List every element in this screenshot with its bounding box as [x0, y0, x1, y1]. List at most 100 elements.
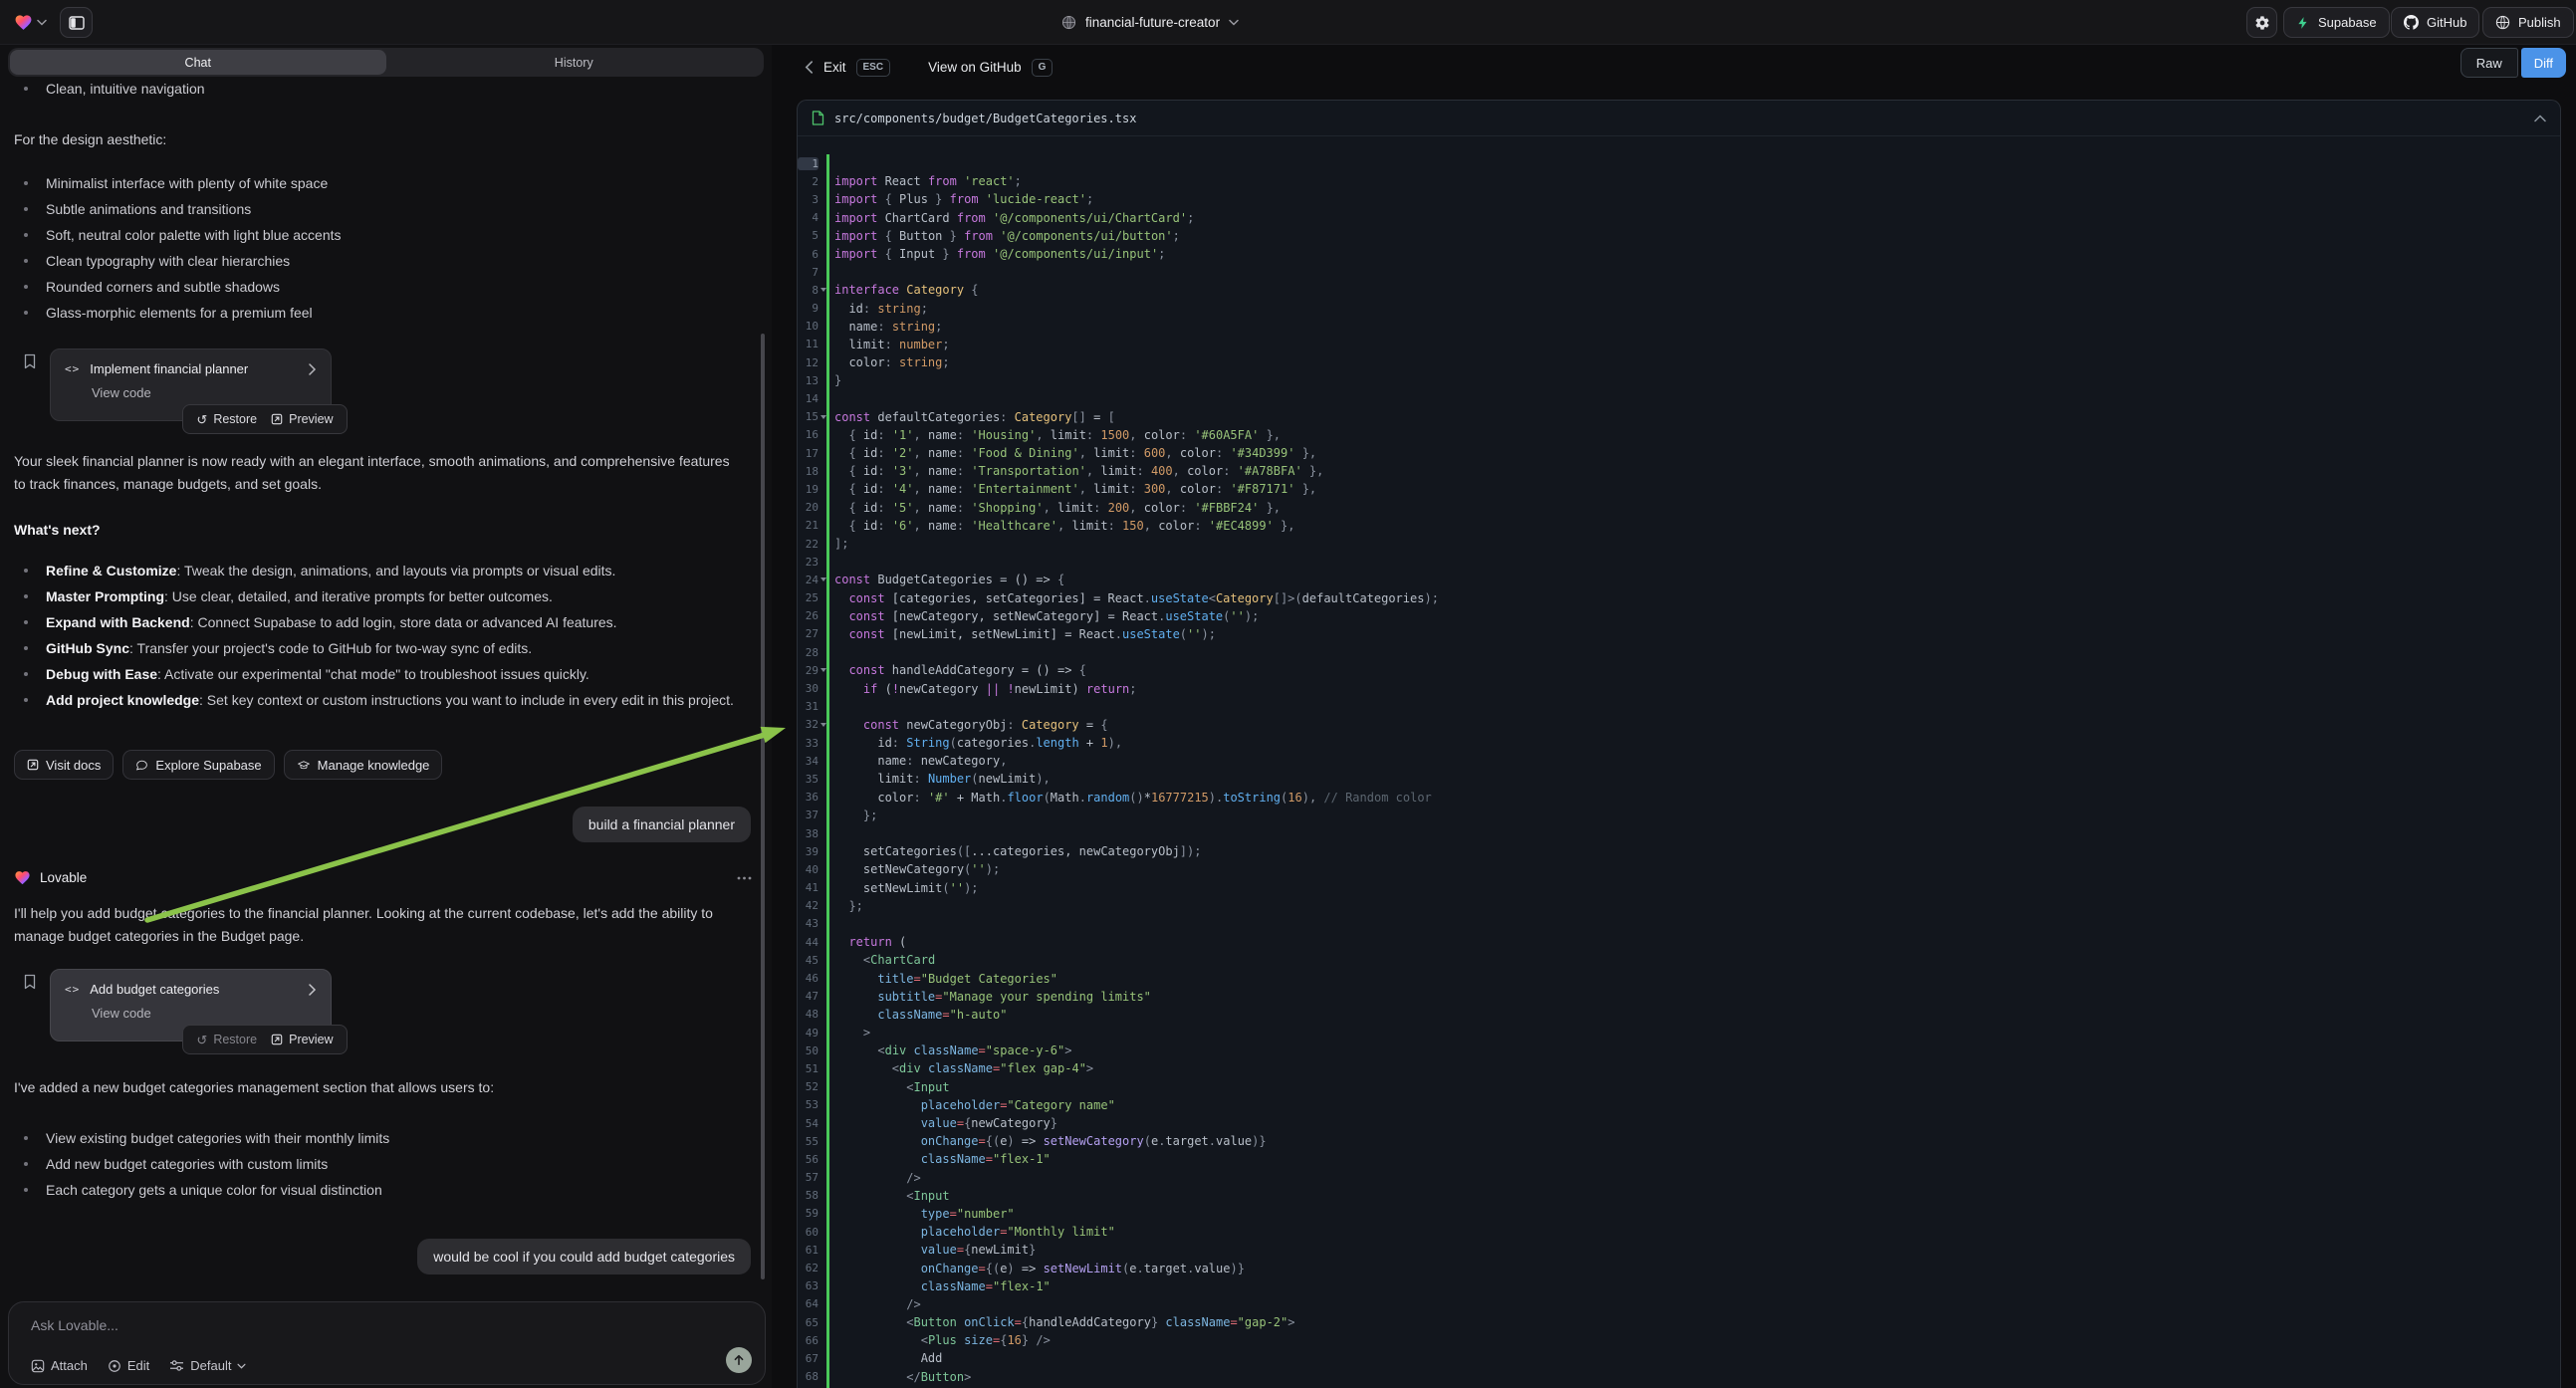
send-button[interactable]	[726, 1347, 752, 1373]
view-code-link[interactable]: View code	[92, 1006, 317, 1021]
code-line: 45 <ChartCard	[798, 951, 2560, 969]
sidebar-toggle-button[interactable]	[60, 7, 93, 38]
project-switcher[interactable]: financial-future-creator	[1061, 0, 1239, 45]
line-number: 2	[798, 175, 819, 188]
code-line: 62 onChange={(e) => setNewLimit(e.target…	[798, 1259, 2560, 1276]
edit-card-title: Add budget categories	[90, 982, 219, 997]
image-attach-icon	[31, 1359, 45, 1373]
list-item: Debug with Ease: Activate our experiment…	[14, 661, 745, 687]
code-text: limit: Number(newLimit),	[826, 772, 1051, 786]
lovable-logo-icon[interactable]	[14, 13, 33, 32]
line-number: 7	[798, 266, 819, 279]
bookmark-icon[interactable]	[22, 353, 38, 369]
code-line: 28	[798, 643, 2560, 661]
code-line: 18 { id: '3', name: 'Transportation', li…	[798, 462, 2560, 480]
fold-chevron-icon[interactable]	[819, 668, 826, 672]
publish-button-label: Publish	[2518, 15, 2561, 30]
fold-chevron-icon[interactable]	[819, 288, 826, 292]
collapse-file-button[interactable]	[2534, 115, 2546, 122]
code-line: 44 return (	[798, 933, 2560, 951]
code-text: { id: '6', name: 'Healthcare', limit: 15…	[826, 519, 1294, 533]
fold-chevron-icon[interactable]	[819, 415, 826, 419]
model-selector[interactable]: Default	[169, 1358, 246, 1373]
explore-supabase-button[interactable]: Explore Supabase	[122, 750, 274, 780]
visit-docs-button[interactable]: Visit docs	[14, 750, 114, 780]
line-number: 38	[798, 827, 819, 840]
tab-history[interactable]: History	[386, 50, 763, 75]
line-number: 29	[798, 664, 819, 677]
quick-action-row: Visit docs Explore Supabase Manage knowl…	[14, 750, 442, 780]
restore-preview-pill: ↺ Restore Preview	[182, 404, 348, 434]
code-text: className="h-auto"	[826, 1008, 1007, 1022]
supabase-button[interactable]: Supabase	[2283, 7, 2390, 38]
fold-chevron-icon[interactable]	[819, 578, 826, 581]
chat-panel: Chat History Clean, intuitive navigation…	[0, 45, 772, 1388]
code-text: import { Button } from '@/components/ui/…	[826, 229, 1180, 243]
view-code-link[interactable]: View code	[92, 385, 317, 400]
line-number: 15	[798, 410, 819, 423]
publish-button[interactable]: Publish	[2482, 7, 2574, 38]
code-line: 54 value={newCategory}	[798, 1114, 2560, 1132]
line-number: 4	[798, 211, 819, 224]
line-number: 25	[798, 591, 819, 604]
list-item: Clean typography with clear hierarchies	[14, 248, 745, 274]
tab-chat[interactable]: Chat	[10, 50, 386, 75]
code-text: interface Category {	[826, 283, 979, 297]
code-text: <Input	[826, 1189, 950, 1203]
code-scroll-area[interactable]: 12import React from 'react';3import { Pl…	[798, 137, 2560, 1388]
code-line: 37 };	[798, 807, 2560, 824]
line-number: 47	[798, 990, 819, 1003]
restore-button[interactable]: ↺ Restore	[196, 1033, 257, 1046]
line-number: 11	[798, 338, 819, 350]
chat-scrollbar[interactable]	[761, 334, 765, 1279]
chat-composer[interactable]: Ask Lovable... Attach Edit	[8, 1301, 766, 1385]
code-line: 14	[798, 389, 2560, 407]
code-line: 46 title="Budget Categories"	[798, 969, 2560, 987]
line-number: 8	[798, 284, 819, 297]
chevron-down-icon[interactable]	[37, 19, 47, 26]
diff-toggle-button[interactable]: Diff	[2521, 48, 2566, 78]
line-number: 36	[798, 791, 819, 804]
line-number: 31	[798, 700, 819, 713]
assistant-paragraph: Your sleek financial planner is now read…	[14, 450, 745, 496]
code-icon: <>	[65, 983, 80, 996]
list-item: Add new budget categories with custom li…	[14, 1151, 745, 1177]
list-item: Each category gets a unique color for vi…	[14, 1177, 745, 1203]
composer-input[interactable]: Ask Lovable...	[31, 1317, 118, 1333]
manage-knowledge-button[interactable]: Manage knowledge	[284, 750, 443, 780]
user-message: would be cool if you could add budget ca…	[417, 1239, 751, 1274]
line-number: 32	[798, 718, 819, 731]
code-text: { id: '2', name: 'Food & Dining', limit:…	[826, 446, 1316, 460]
code-text: Add	[826, 1351, 942, 1365]
code-text: const handleAddCategory = () => {	[826, 663, 1086, 677]
bookmark-icon[interactable]	[22, 974, 38, 990]
raw-toggle-button[interactable]: Raw	[2460, 48, 2518, 78]
code-line: 1	[798, 154, 2560, 172]
code-line: 2import React from 'react';	[798, 172, 2560, 190]
settings-button[interactable]	[2246, 7, 2277, 38]
code-line: 5import { Button } from '@/components/ui…	[798, 227, 2560, 245]
line-number: 48	[798, 1008, 819, 1021]
code-line: 25 const [categories, setCategories] = R…	[798, 589, 2560, 607]
fold-chevron-icon[interactable]	[819, 723, 826, 727]
view-on-github-button[interactable]: View on GitHub	[928, 60, 1022, 75]
code-line: 17 { id: '2', name: 'Food & Dining', lim…	[798, 444, 2560, 462]
chevron-left-icon[interactable]	[805, 61, 814, 74]
more-options-icon[interactable]	[737, 876, 752, 880]
github-button[interactable]: GitHub	[2391, 7, 2479, 38]
code-icon: <>	[65, 362, 80, 375]
github-button-label: GitHub	[2427, 15, 2466, 30]
file-header[interactable]: src/components/budget/BudgetCategories.t…	[798, 101, 2560, 136]
attach-button[interactable]: Attach	[31, 1358, 88, 1373]
next-steps-list: Refine & Customize: Tweak the design, an…	[14, 558, 745, 713]
code-text: if (!newCategory || !newLimit) return;	[826, 682, 1137, 696]
preview-button[interactable]: Preview	[271, 1033, 333, 1046]
code-line: 7	[798, 263, 2560, 281]
restore-button[interactable]: ↺ Restore	[196, 412, 257, 426]
exit-button[interactable]: Exit	[823, 60, 846, 75]
edit-mode-button[interactable]: Edit	[108, 1358, 149, 1373]
preview-button[interactable]: Preview	[271, 412, 333, 426]
code-line: 56 className="flex-1"	[798, 1150, 2560, 1168]
code-line: 68 </Button>	[798, 1368, 2560, 1386]
line-number: 22	[798, 538, 819, 551]
